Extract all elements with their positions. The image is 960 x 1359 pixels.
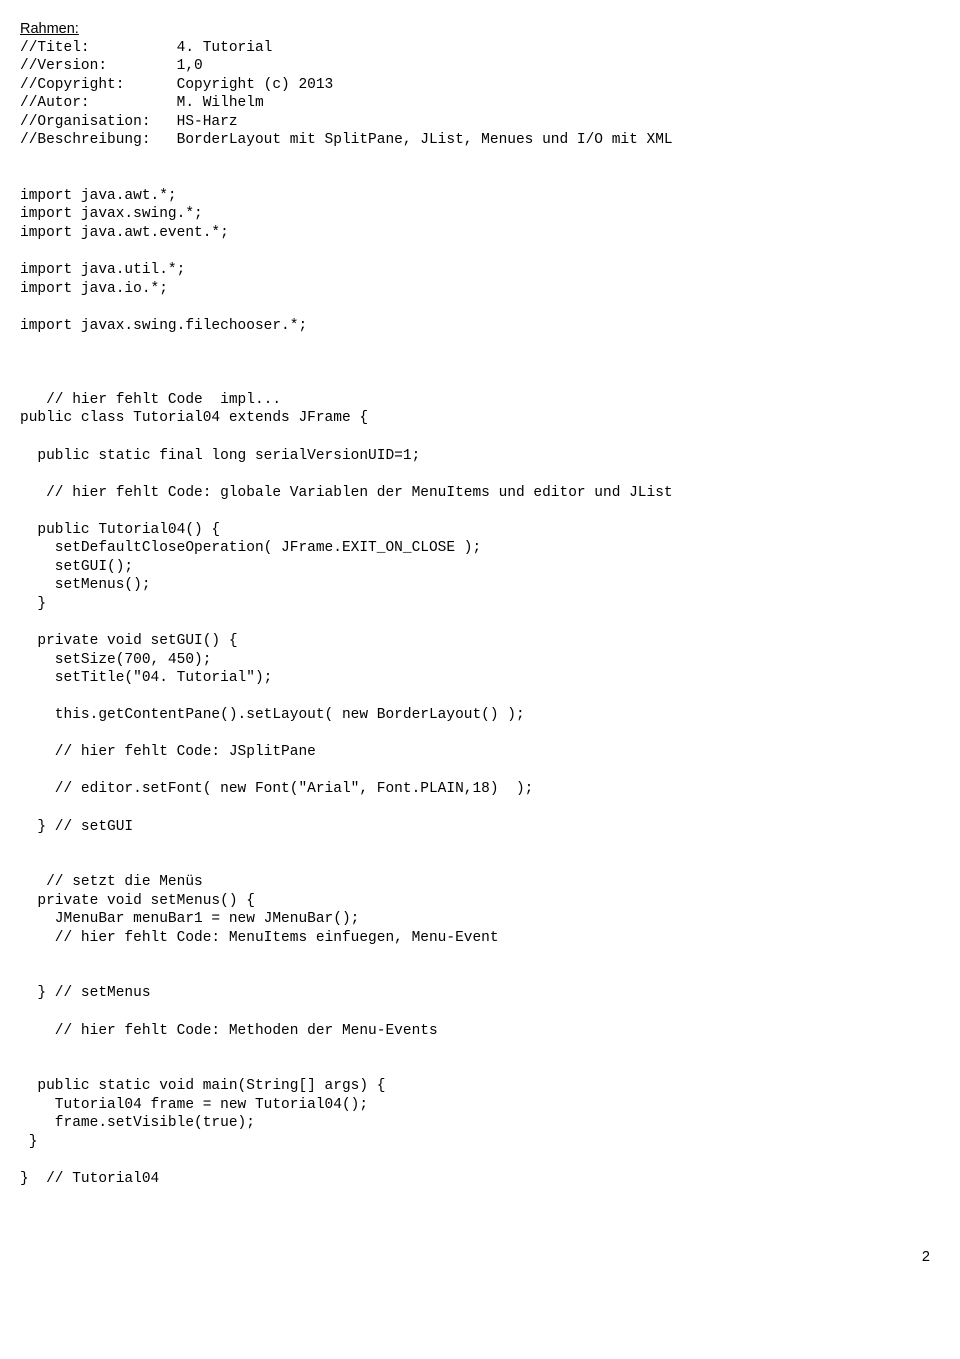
code-line: setMenus(); <box>20 576 940 595</box>
code-line: } // setMenus <box>20 984 940 1003</box>
code-line: //Beschreibung: BorderLayout mit SplitPa… <box>20 131 940 150</box>
code-line: setGUI(); <box>20 558 940 577</box>
code-line: this.getContentPane().setLayout( new Bor… <box>20 706 940 725</box>
code-line: // hier fehlt Code: globale Variablen de… <box>20 484 940 503</box>
code-line: import java.awt.event.*; <box>20 224 940 243</box>
code-line: } <box>20 1133 940 1152</box>
code-line: setTitle("04. Tutorial"); <box>20 669 940 688</box>
class-close: } // Tutorial04 <box>20 1170 940 1189</box>
code-line: public Tutorial04() { <box>20 521 940 540</box>
imports-block-3: import javax.swing.filechooser.*; <box>20 317 940 336</box>
code-line: //Copyright: Copyright (c) 2013 <box>20 76 940 95</box>
class-declaration: // hier fehlt Code impl... public class … <box>20 391 940 428</box>
imports-block-2: import java.util.*; import java.io.*; <box>20 261 940 298</box>
code-line: setDefaultCloseOperation( JFrame.EXIT_ON… <box>20 539 940 558</box>
code-line: JMenuBar menuBar1 = new JMenuBar(); <box>20 910 940 929</box>
code-line: } // Tutorial04 <box>20 1170 940 1189</box>
code-line: //Autor: M. Wilhelm <box>20 94 940 113</box>
code-line: } // setGUI <box>20 818 940 837</box>
menu-events-todo: // hier fehlt Code: Methoden der Menu-Ev… <box>20 1022 940 1041</box>
code-line: import java.util.*; <box>20 261 940 280</box>
code-line: //Organisation: HS-Harz <box>20 113 940 132</box>
code-line: } <box>20 595 940 614</box>
code-line: import java.io.*; <box>20 280 940 299</box>
constructor-block: public Tutorial04() { setDefaultCloseOpe… <box>20 521 940 614</box>
code-line: // setzt die Menüs <box>20 873 940 892</box>
code-line: frame.setVisible(true); <box>20 1114 940 1133</box>
code-line: // hier fehlt Code impl... <box>20 391 940 410</box>
setmenus-method: // setzt die Menüs private void setMenus… <box>20 873 940 1003</box>
section-heading: Rahmen: <box>20 20 940 39</box>
code-line: public static void main(String[] args) { <box>20 1077 940 1096</box>
code-line: setSize(700, 450); <box>20 651 940 670</box>
serial-version: public static final long serialVersionUI… <box>20 447 940 466</box>
code-line: public static final long serialVersionUI… <box>20 447 940 466</box>
code-line: Tutorial04 frame = new Tutorial04(); <box>20 1096 940 1115</box>
code-line: public class Tutorial04 extends JFrame { <box>20 409 940 428</box>
globals-todo: // hier fehlt Code: globale Variablen de… <box>20 484 940 503</box>
code-line: import javax.swing.*; <box>20 205 940 224</box>
header-comment-block: //Titel: 4. Tutorial //Version: 1,0 //Co… <box>20 39 940 150</box>
code-line: // hier fehlt Code: JSplitPane <box>20 743 940 762</box>
page-number: 2 <box>20 1248 940 1267</box>
code-line: import javax.swing.filechooser.*; <box>20 317 940 336</box>
code-line: private void setGUI() { <box>20 632 940 651</box>
code-line: // hier fehlt Code: MenuItems einfuegen,… <box>20 929 940 948</box>
imports-block-1: import java.awt.*; import javax.swing.*;… <box>20 187 940 243</box>
code-line: //Version: 1,0 <box>20 57 940 76</box>
code-line: //Titel: 4. Tutorial <box>20 39 940 58</box>
code-line: // editor.setFont( new Font("Arial", Fon… <box>20 780 940 799</box>
code-line: // hier fehlt Code: Methoden der Menu-Ev… <box>20 1022 940 1041</box>
code-line: import java.awt.*; <box>20 187 940 206</box>
setgui-method: private void setGUI() { setSize(700, 450… <box>20 632 940 836</box>
code-line: private void setMenus() { <box>20 892 940 911</box>
main-method: public static void main(String[] args) {… <box>20 1077 940 1151</box>
